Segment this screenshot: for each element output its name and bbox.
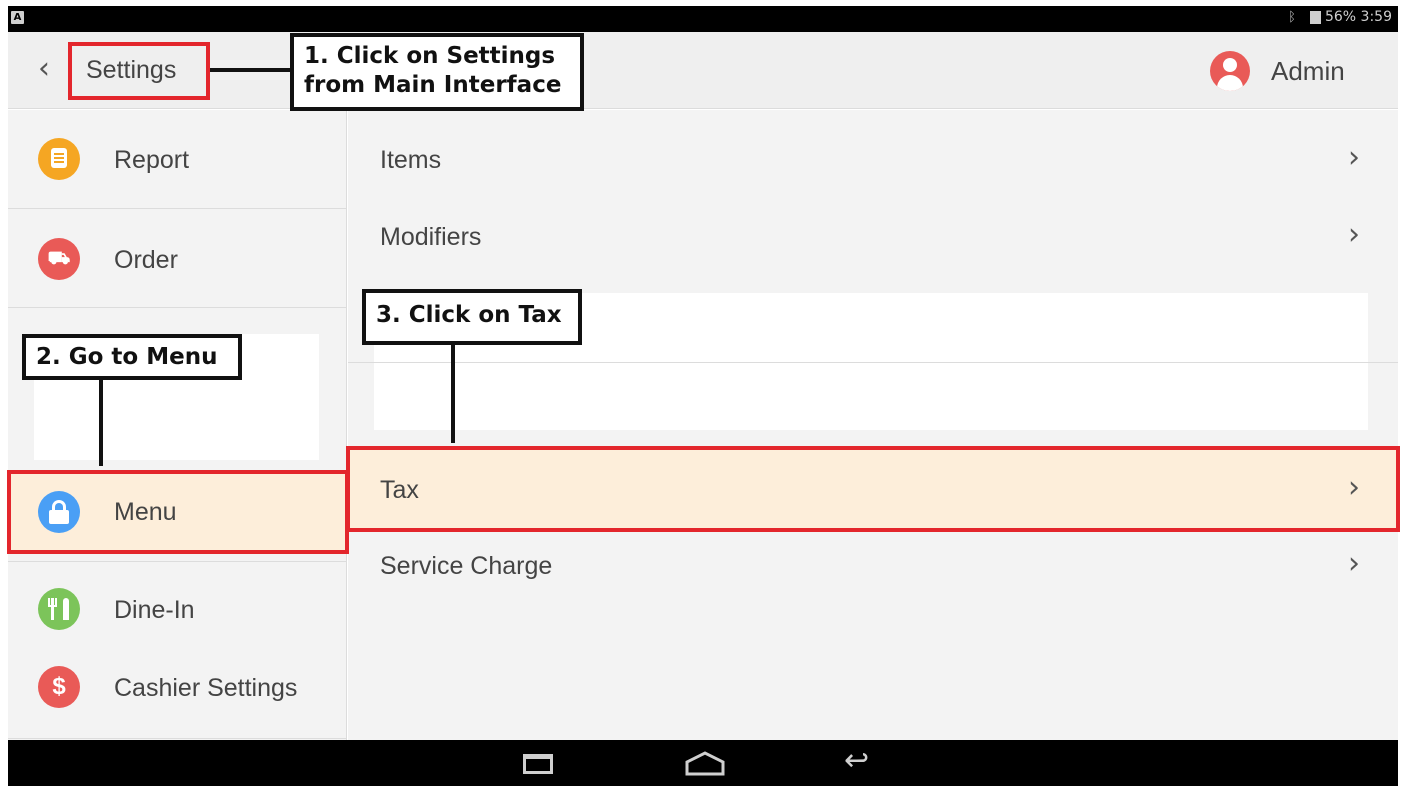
callout-step-3: 3. Click on Tax <box>362 289 582 345</box>
list-item-service-charge[interactable]: Service Charge › <box>348 538 1398 594</box>
divider <box>348 362 1398 363</box>
chevron-right-icon: › <box>1348 546 1360 581</box>
list-item-items[interactable]: Items › <box>348 132 1398 188</box>
dollar-icon: $ <box>38 666 80 708</box>
report-icon <box>38 138 80 180</box>
divider <box>8 561 347 562</box>
back-chevron-icon[interactable]: ‹ <box>38 54 50 84</box>
sidebar-item-label: Order <box>114 246 178 274</box>
callout-connector <box>99 378 103 466</box>
battery-time-text: 56% 3:59 <box>1324 9 1392 25</box>
callout-text: from Main Interface <box>304 72 562 98</box>
chevron-right-icon: › <box>1348 217 1360 252</box>
user-name[interactable]: Admin <box>1271 56 1345 87</box>
callout-step-1: 1. Click on Settings from Main Interface <box>290 33 584 111</box>
callout-connector <box>451 343 455 443</box>
notification-icon: A <box>11 11 24 24</box>
bluetooth-icon: ᛒ <box>1288 9 1296 25</box>
sidebar-item-label: Report <box>114 146 190 174</box>
callout-connector <box>210 68 292 72</box>
sidebar-item-dine-in[interactable]: Dine-In <box>8 580 347 640</box>
divider <box>8 307 347 308</box>
home-icon[interactable] <box>684 750 726 776</box>
delivery-truck-icon: ⛟ <box>38 238 80 280</box>
sidebar-item-report[interactable]: Report <box>8 132 347 192</box>
highlight-tax <box>346 446 1400 532</box>
status-indicators: ᛒ 56% 3:59 <box>1288 9 1392 25</box>
highlight-menu <box>7 470 349 554</box>
back-icon[interactable]: ↩ <box>844 746 869 776</box>
user-avatar-icon[interactable] <box>1210 51 1250 91</box>
sidebar: Report ⛟ Order Menu Dine-In $ Cashier Se… <box>8 110 347 740</box>
list-item-label: Modifiers <box>380 223 482 251</box>
battery-icon <box>1309 10 1321 24</box>
divider <box>8 738 347 739</box>
settings-list: Items › Modifiers › Tax › Service Charge… <box>348 110 1398 740</box>
status-bar: A ᛒ 56% 3:59 <box>8 6 1398 32</box>
divider <box>8 208 347 209</box>
sidebar-item-order[interactable]: ⛟ Order <box>8 230 347 290</box>
system-nav-bar: ↩ <box>8 740 1398 786</box>
highlight-settings <box>68 42 210 100</box>
fork-knife-icon <box>38 588 80 630</box>
list-item-label: Items <box>380 146 442 174</box>
sidebar-item-cashier-settings[interactable]: $ Cashier Settings <box>8 658 347 718</box>
callout-step-2: 2. Go to Menu <box>22 334 242 380</box>
sidebar-item-label: Dine-In <box>114 596 195 624</box>
list-item-modifiers[interactable]: Modifiers › <box>348 209 1398 265</box>
recent-apps-icon[interactable] <box>523 754 553 774</box>
sidebar-item-label: Cashier Settings <box>114 674 298 702</box>
chevron-right-icon: › <box>1348 140 1360 175</box>
callout-text: 1. Click on Settings <box>304 43 556 69</box>
list-item-label: Service Charge <box>380 552 553 580</box>
